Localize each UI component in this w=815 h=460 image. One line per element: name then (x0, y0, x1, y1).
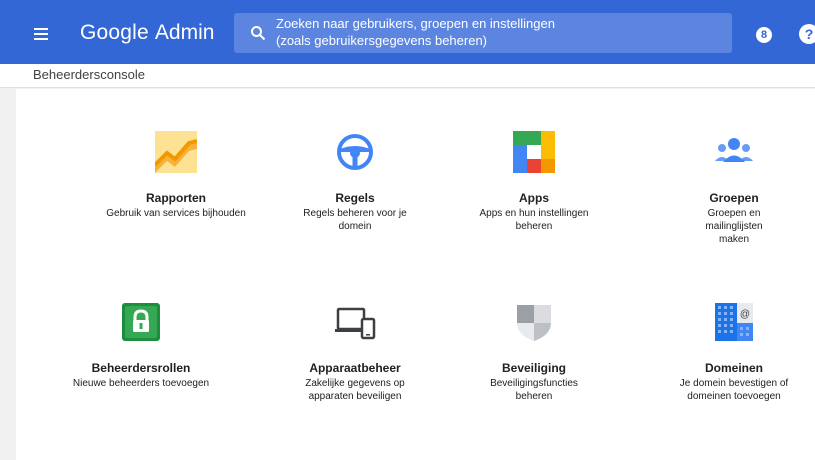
card-description-line: Je domein bevestigen of (679, 378, 789, 389)
menu-icon[interactable] (26, 22, 58, 46)
card-apparaatbeheer[interactable]: Apparaatbeheer Zakelijke gegevens op app… (270, 301, 440, 403)
breadcrumb-bar: Beheerdersconsole (0, 64, 815, 88)
card-title: Beheerdersrollen (91, 361, 191, 375)
card-title: Apparaatbeheer (309, 361, 401, 375)
card-beveiliging[interactable]: Beveiliging Beveiligingsfuncties beheren (449, 301, 619, 403)
shield-icon (513, 301, 555, 343)
card-description-line: Nieuwe beheerders toevoegen (72, 378, 210, 389)
card-beheerdersrollen[interactable]: Beheerdersrollen Nieuwe beheerders toevo… (56, 301, 226, 401)
svg-text:@: @ (740, 309, 750, 320)
search-input[interactable]: Zoeken naar gebruikers, groepen en inste… (234, 13, 732, 53)
card-description-line: Beveiligingsfuncties (490, 378, 578, 389)
card-description-line: Zakelijke gegevens op (305, 378, 405, 389)
reports-icon (153, 131, 198, 173)
card-description: Beveiligingsfuncties beheren (449, 377, 619, 403)
card-title: Rapporten (146, 191, 206, 205)
steering-wheel-icon (334, 131, 376, 173)
google-admin-logo[interactable]: Google Admin (80, 20, 214, 46)
search-placeholder: Zoeken naar gebruikers, groepen en inste… (276, 15, 716, 49)
card-description-line: beheren (515, 391, 553, 402)
card-description: Nieuwe beheerders toevoegen (56, 377, 226, 390)
card-description-line: mailinglijsten (705, 221, 763, 232)
card-description-line: Gebruik van services bijhouden (106, 208, 246, 219)
card-title: Beveiliging (501, 361, 566, 375)
card-description-line: domeinen toevoegen (687, 391, 781, 402)
card-regels[interactable]: Regels Regels beheren voor je domein (270, 131, 440, 233)
top-app-bar: Google Admin Zoeken naar gebruikers, groe… (0, 0, 815, 64)
card-apps[interactable]: Apps Apps en hun instellingen beheren (449, 131, 619, 233)
logo-product: Admin (154, 21, 215, 44)
card-title: Regels (335, 191, 375, 205)
card-description: Zakelijke gegevens op apparaten beveilig… (270, 377, 440, 403)
card-description-line: Groepen en (707, 208, 761, 219)
search-placeholder-line-1: Zoeken naar gebruikers, groepen en inste… (276, 16, 555, 31)
dashboard-content: Rapporten Gebruik van services bijhouden… (16, 89, 815, 460)
card-description: Regels beheren voor je domein (270, 207, 440, 233)
logo-brand: Google (80, 21, 149, 44)
card-title: Apps (519, 191, 549, 205)
card-description: Gebruik van services bijhouden (91, 207, 261, 220)
card-description-line: beheren (515, 221, 553, 232)
card-description-line: Regels beheren voor je (303, 208, 407, 219)
support-icon[interactable]: 8 (756, 27, 772, 43)
card-rapporten[interactable]: Rapporten Gebruik van services bijhouden (91, 131, 261, 231)
breadcrumb[interactable]: Beheerdersconsole (33, 67, 145, 82)
card-description: Apps en hun instellingen beheren (449, 207, 619, 233)
help-icon[interactable]: ? (799, 24, 815, 44)
card-domeinen[interactable]: @ Domeinen Je domein bevestigen of domei… (669, 301, 799, 403)
card-description-line: Apps en hun instellingen (479, 208, 589, 219)
apps-grid-icon (513, 131, 555, 173)
card-description: Je domein bevestigen of domeinen toevoeg… (669, 377, 799, 403)
devices-icon (334, 301, 376, 343)
card-description-line: domein (338, 221, 372, 232)
search-icon (251, 26, 266, 41)
card-groepen[interactable]: Groepen Groepen en mailinglijsten maken (669, 131, 799, 251)
admin-lock-icon (120, 301, 162, 343)
search-placeholder-line-2: (zoals gebruikersgegevens beheren) (276, 33, 488, 48)
card-description-line: apparaten beveiligen (308, 391, 402, 402)
domains-icon: @ (713, 301, 755, 343)
card-description: Groepen en mailinglijsten maken (669, 207, 799, 246)
card-description-line: maken (718, 234, 749, 245)
card-title: Groepen (709, 191, 759, 205)
card-title: Domeinen (704, 361, 763, 375)
groups-icon (713, 131, 755, 173)
